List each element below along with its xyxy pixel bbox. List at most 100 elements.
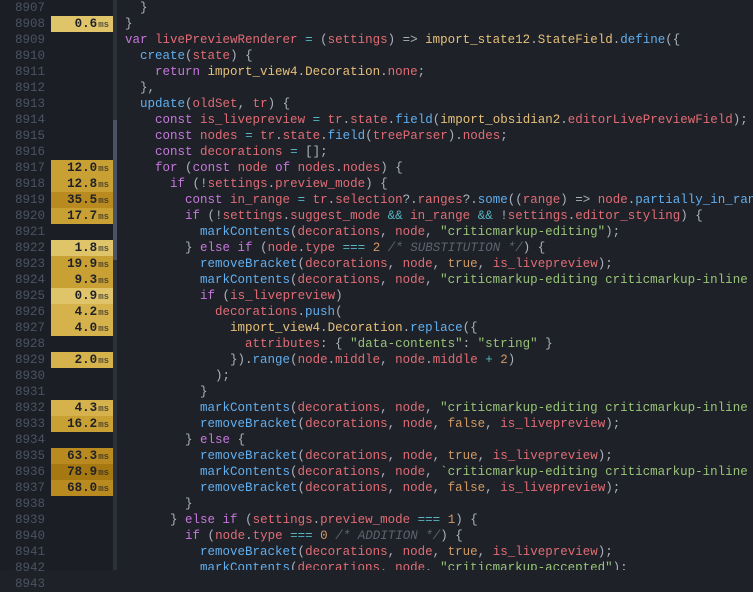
perf-badge xyxy=(51,144,113,160)
perf-badge: 4.3ms xyxy=(51,400,113,416)
line-number: 8916 xyxy=(0,144,45,160)
line-number: 8934 xyxy=(0,432,45,448)
performance-gutter: 0.6ms12.0ms12.8ms35.5ms17.7ms1.8ms19.9ms… xyxy=(51,0,113,570)
perf-badge: 0.9ms xyxy=(51,288,113,304)
perf-badge: 17.7ms xyxy=(51,208,113,224)
perf-badge: 9.3ms xyxy=(51,272,113,288)
code-line[interactable]: if (node.type === 0 /* ADDITION */) { xyxy=(125,528,753,544)
line-number: 8929 xyxy=(0,352,45,368)
line-number: 8920 xyxy=(0,208,45,224)
code-line[interactable]: const is_livepreview = tr.state.field(im… xyxy=(125,112,753,128)
perf-badge: 4.0ms xyxy=(51,320,113,336)
perf-badge: 12.0ms xyxy=(51,160,113,176)
code-line[interactable]: for (const node of nodes.nodes) { xyxy=(125,160,753,176)
code-line[interactable]: create(state) { xyxy=(125,48,753,64)
perf-badge xyxy=(51,32,113,48)
code-line[interactable]: import_view4.Decoration.replace({ xyxy=(125,320,753,336)
code-line[interactable]: markContents(decorations, node, "criticm… xyxy=(125,272,753,288)
code-line[interactable]: } xyxy=(125,496,753,512)
line-number: 8936 xyxy=(0,464,45,480)
line-number: 8937 xyxy=(0,480,45,496)
perf-badge xyxy=(51,112,113,128)
perf-badge xyxy=(51,496,113,512)
perf-badge: 4.2ms xyxy=(51,304,113,320)
line-number: 8942 xyxy=(0,560,45,576)
line-number: 8940 xyxy=(0,528,45,544)
line-number: 8927 xyxy=(0,320,45,336)
perf-badge xyxy=(51,432,113,448)
perf-badge: 68.0ms xyxy=(51,480,113,496)
line-number-gutter: 8907890889098910891189128913891489158916… xyxy=(0,0,51,570)
code-line[interactable]: } xyxy=(125,0,753,16)
perf-badge xyxy=(51,96,113,112)
line-number: 8913 xyxy=(0,96,45,112)
line-number: 8910 xyxy=(0,48,45,64)
line-number: 8912 xyxy=(0,80,45,96)
line-number: 8935 xyxy=(0,448,45,464)
perf-badge xyxy=(51,0,113,16)
line-number: 8930 xyxy=(0,368,45,384)
perf-badge xyxy=(51,224,113,240)
perf-badge xyxy=(51,384,113,400)
perf-badge xyxy=(51,368,113,384)
perf-badge xyxy=(51,560,113,576)
line-number: 8909 xyxy=(0,32,45,48)
line-number: 8941 xyxy=(0,544,45,560)
code-line[interactable]: } else { xyxy=(125,432,753,448)
code-line[interactable]: } xyxy=(125,384,753,400)
code-line[interactable]: removeBracket(decorations, node, false, … xyxy=(125,480,753,496)
perf-badge: 2.0ms xyxy=(51,352,113,368)
line-number: 8918 xyxy=(0,176,45,192)
line-number: 8907 xyxy=(0,0,45,16)
perf-badge xyxy=(51,64,113,80)
code-line[interactable]: }).range(node.middle, node.middle + 2) xyxy=(125,352,753,368)
code-line[interactable]: return import_view4.Decoration.none; xyxy=(125,64,753,80)
perf-badge xyxy=(51,48,113,64)
code-line[interactable]: removeBracket(decorations, node, false, … xyxy=(125,416,753,432)
code-line[interactable]: const decorations = []; xyxy=(125,144,753,160)
code-line[interactable]: if (!settings.preview_mode) { xyxy=(125,176,753,192)
code-line[interactable]: removeBracket(decorations, node, true, i… xyxy=(125,448,753,464)
code-line[interactable]: markContents(decorations, node, "criticm… xyxy=(125,400,753,416)
code-line[interactable]: const nodes = tr.state.field(treeParser)… xyxy=(125,128,753,144)
code-line[interactable]: const in_range = tr.selection?.ranges?.s… xyxy=(125,192,753,208)
line-number: 8923 xyxy=(0,256,45,272)
line-number: 8908 xyxy=(0,16,45,32)
perf-badge xyxy=(51,80,113,96)
perf-badge xyxy=(51,512,113,528)
perf-badge: 35.5ms xyxy=(51,192,113,208)
code-line[interactable]: markContents(decorations, node, "criticm… xyxy=(125,560,753,570)
perf-badge xyxy=(51,576,113,592)
perf-badge xyxy=(51,528,113,544)
line-number: 8939 xyxy=(0,512,45,528)
code-editor[interactable]: }}var livePreviewRenderer = (settings) =… xyxy=(117,0,753,570)
perf-badge: 12.8ms xyxy=(51,176,113,192)
line-number: 8925 xyxy=(0,288,45,304)
code-line[interactable]: removeBracket(decorations, node, true, i… xyxy=(125,544,753,560)
code-line[interactable]: ); xyxy=(125,368,753,384)
perf-badge xyxy=(51,544,113,560)
code-line[interactable]: if (is_livepreview) xyxy=(125,288,753,304)
line-number: 8921 xyxy=(0,224,45,240)
code-line[interactable]: markContents(decorations, node, "criticm… xyxy=(125,224,753,240)
perf-badge: 1.8ms xyxy=(51,240,113,256)
perf-badge: 78.9ms xyxy=(51,464,113,480)
code-line[interactable]: attributes: { "data-contents": "string" … xyxy=(125,336,753,352)
code-line[interactable]: }, xyxy=(125,80,753,96)
code-line[interactable]: } else if (node.type === 2 /* SUBSTITUTI… xyxy=(125,240,753,256)
perf-badge: 16.2ms xyxy=(51,416,113,432)
code-line[interactable]: var livePreviewRenderer = (settings) => … xyxy=(125,32,753,48)
code-line[interactable]: markContents(decorations, node, `criticm… xyxy=(125,464,753,480)
line-number: 8914 xyxy=(0,112,45,128)
code-line[interactable]: } else if (settings.preview_mode === 1) … xyxy=(125,512,753,528)
line-number: 8919 xyxy=(0,192,45,208)
code-line[interactable]: if (!settings.suggest_mode && in_range &… xyxy=(125,208,753,224)
code-line[interactable]: update(oldSet, tr) { xyxy=(125,96,753,112)
code-line[interactable]: decorations.push( xyxy=(125,304,753,320)
code-line[interactable]: removeBracket(decorations, node, true, i… xyxy=(125,256,753,272)
line-number: 8915 xyxy=(0,128,45,144)
code-line[interactable]: } xyxy=(125,16,753,32)
perf-badge: 0.6ms xyxy=(51,16,113,32)
line-number: 8938 xyxy=(0,496,45,512)
line-number: 8943 xyxy=(0,576,45,592)
